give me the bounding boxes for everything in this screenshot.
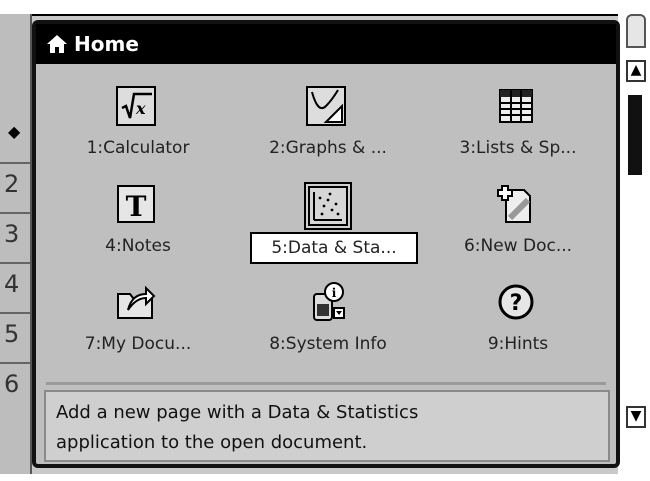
data-statistics-icon xyxy=(304,182,352,230)
row-number-strip: ◆ 2 3 4 5 6 xyxy=(0,14,32,474)
app-label: 5:Data & Sta... xyxy=(250,232,418,264)
row-number[interactable]: 3 xyxy=(0,212,30,262)
scrollbar-cap xyxy=(626,14,646,48)
app-label: 3:Lists & Sp... xyxy=(459,138,577,158)
app-label: 9:Hints xyxy=(487,334,549,354)
notes-icon: T xyxy=(117,185,155,223)
my-documents-icon xyxy=(117,285,156,319)
description-line: Add a new page with a Data & Statistics xyxy=(56,402,419,423)
app-new-document[interactable]: 6:New Doc... xyxy=(426,178,610,274)
app-hints[interactable]: ? 9:Hints xyxy=(426,276,610,372)
app-label: 8:System Info xyxy=(269,334,387,354)
description-line: application to the open document. xyxy=(56,432,368,453)
lists-spreadsheet-icon xyxy=(499,89,533,123)
calculator-icon: x xyxy=(116,86,156,126)
svg-text:x: x xyxy=(135,99,146,118)
row-number[interactable]: 6 xyxy=(0,362,30,412)
row-number[interactable]: 5 xyxy=(0,312,30,362)
scrollbar-track[interactable] xyxy=(618,14,650,474)
app-system-info[interactable]: i 8:System Info xyxy=(236,276,420,372)
app-label: 2:Graphs & ... xyxy=(269,138,387,158)
system-info-icon: i xyxy=(313,282,345,321)
svg-text:i: i xyxy=(332,286,337,300)
scroll-up-icon[interactable]: ▲ xyxy=(626,60,646,82)
title-bar: Home xyxy=(36,24,616,64)
app-my-documents[interactable]: 7:My Docu... xyxy=(46,276,230,372)
app-graphs[interactable]: 2:Graphs & ... xyxy=(236,80,420,176)
app-label: 4:Notes xyxy=(105,236,171,256)
home-dialog: Home x 1:Calculator 2:Graphs & ... 3:Lis… xyxy=(32,20,620,468)
diamond-icon: ◆ xyxy=(8,122,21,141)
app-label: 6:New Doc... xyxy=(463,236,573,256)
scroll-down-icon[interactable]: ▼ xyxy=(626,406,646,428)
row-number[interactable]: 2 xyxy=(0,162,30,212)
graphs-icon xyxy=(306,86,346,126)
scrollbar-thumb[interactable] xyxy=(628,95,642,175)
app-label: 1:Calculator xyxy=(86,138,190,158)
bottom-bar xyxy=(0,474,650,481)
app-label: 7:My Docu... xyxy=(84,334,192,354)
svg-text:T: T xyxy=(126,190,147,223)
separator xyxy=(46,382,606,385)
app-lists-spreadsheet[interactable]: 3:Lists & Sp... xyxy=(426,80,610,176)
row-header-blank xyxy=(0,14,30,64)
svg-text:?: ? xyxy=(510,291,523,316)
row-number[interactable]: 4 xyxy=(0,262,30,312)
new-document-icon xyxy=(497,185,531,223)
description-panel: Add a new page with a Data & Statistics … xyxy=(44,390,610,462)
app-calculator[interactable]: x 1:Calculator xyxy=(46,80,230,176)
top-bar xyxy=(0,0,650,16)
window-title: Home xyxy=(74,32,139,56)
hints-icon: ? xyxy=(498,284,534,320)
home-icon xyxy=(47,35,67,53)
app-data-statistics[interactable]: 5:Data & Sta... xyxy=(236,178,420,274)
app-notes[interactable]: T 4:Notes xyxy=(46,178,230,274)
